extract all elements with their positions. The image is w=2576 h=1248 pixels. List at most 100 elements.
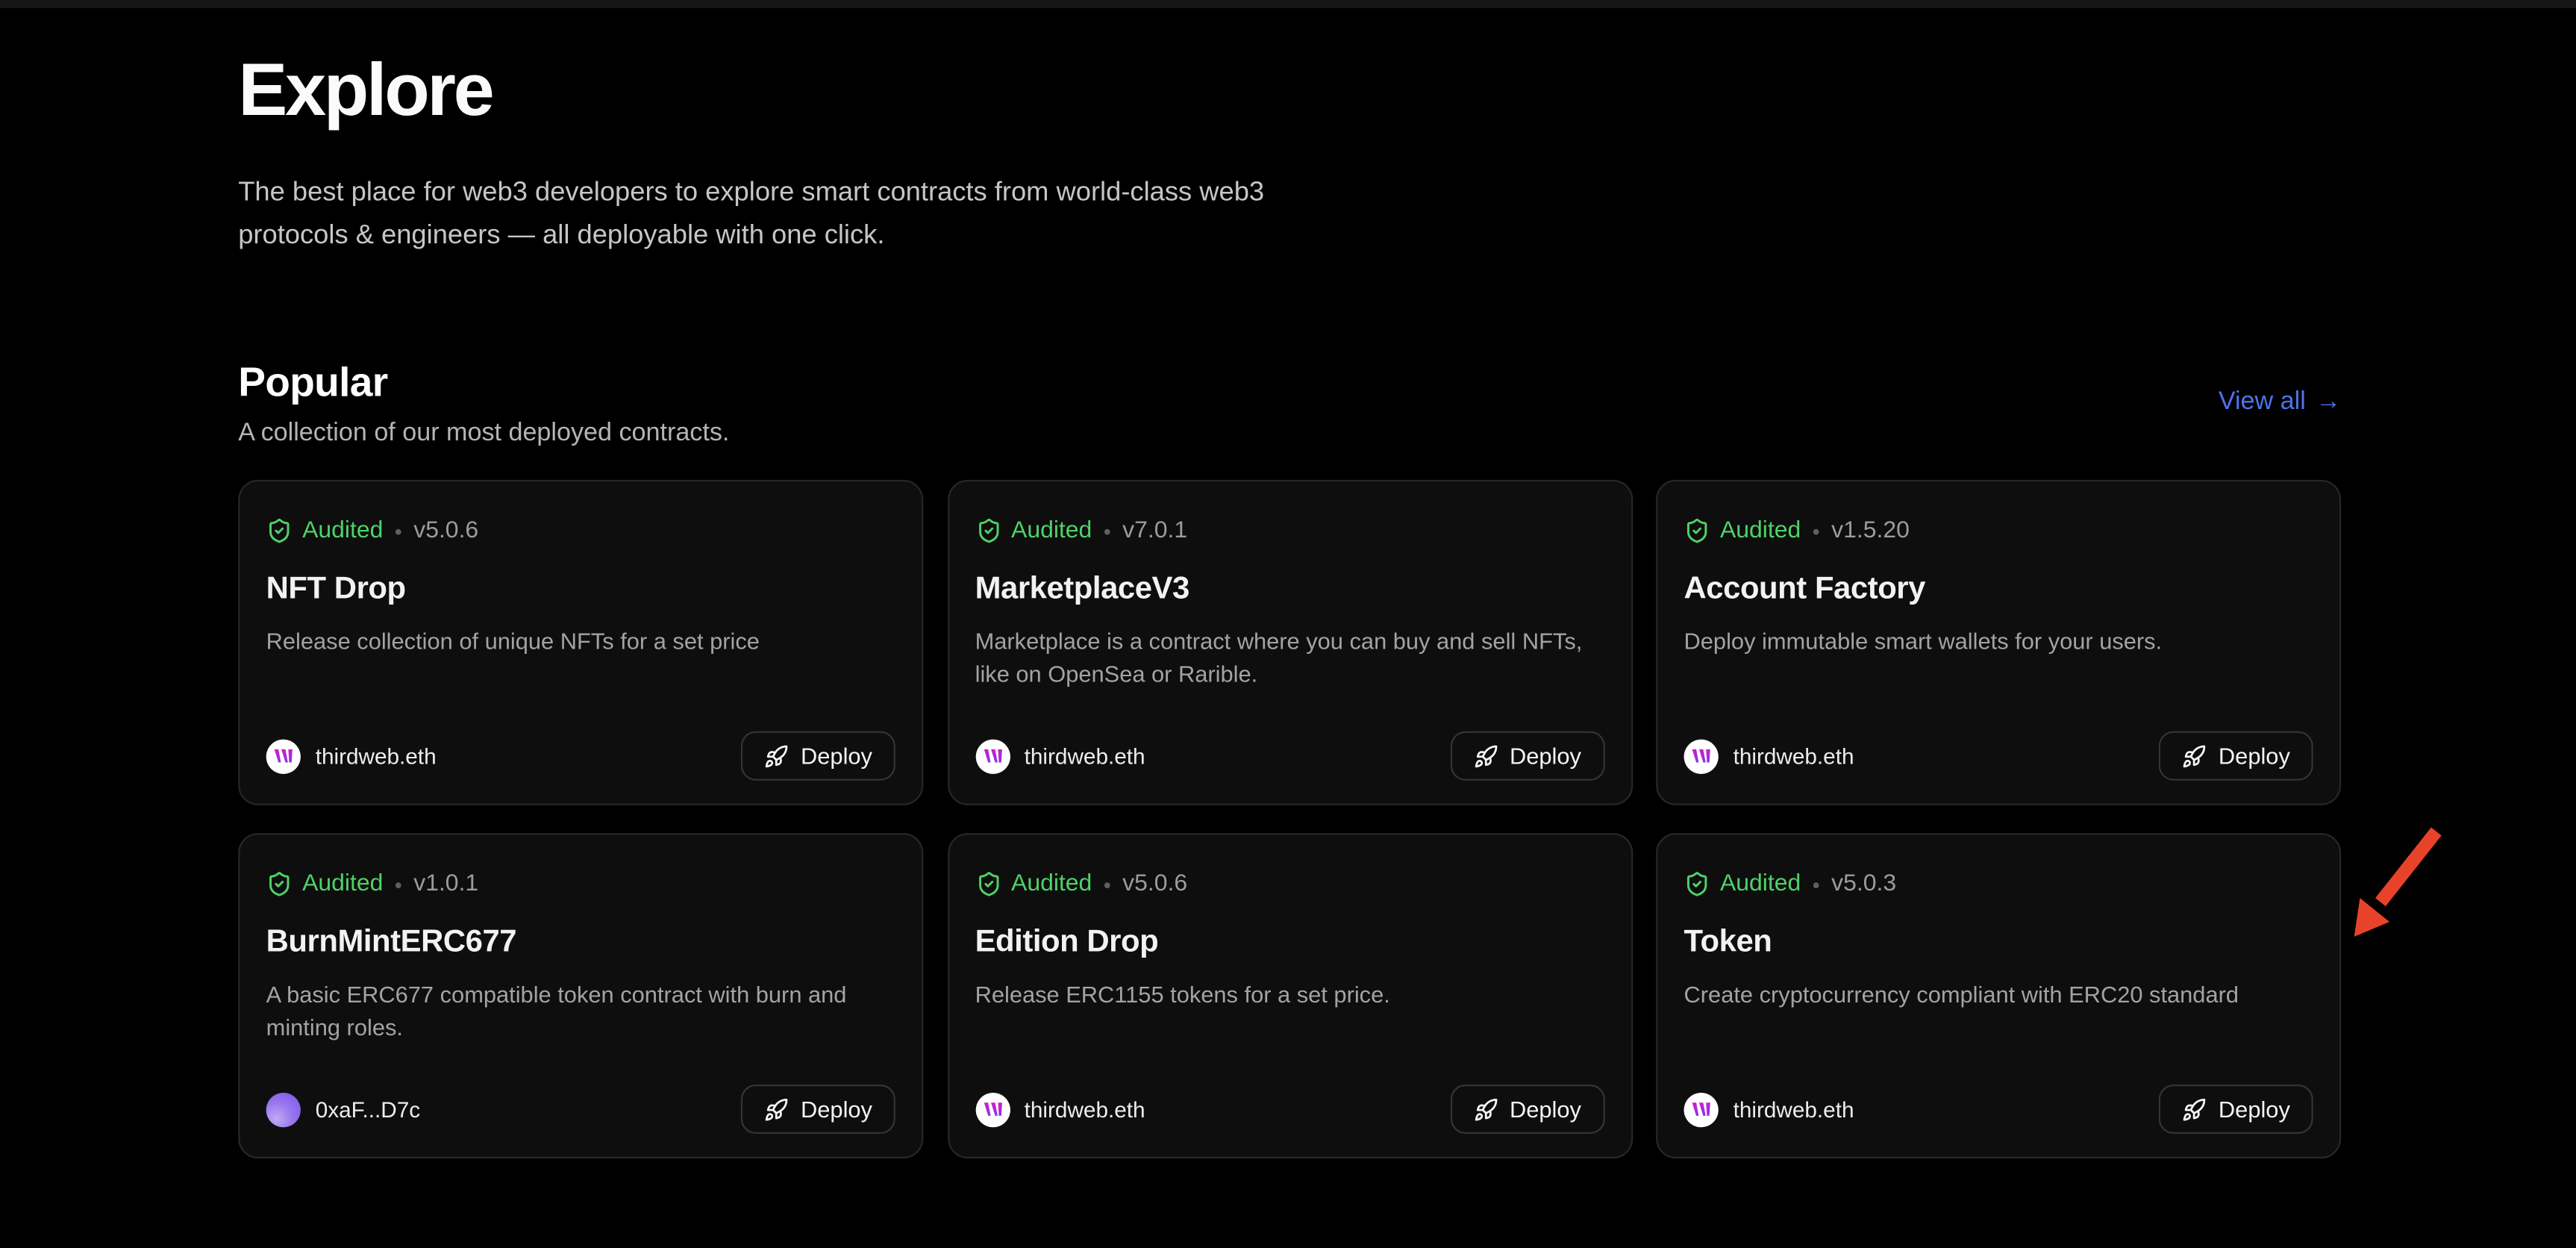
audited-badge: Audited (1684, 517, 1801, 543)
shield-check-icon (975, 871, 1001, 897)
audited-label: Audited (1011, 871, 1092, 897)
version-label: v7.0.1 (1122, 517, 1187, 543)
version-label: v1.5.20 (1831, 517, 1910, 543)
badge-row: Audited • v1.0.1 (266, 871, 895, 897)
contract-title: Account Factory (1684, 570, 2313, 610)
deploy-button[interactable]: Deploy (1451, 731, 1604, 781)
contract-title: NFT Drop (266, 570, 895, 610)
deploy-button[interactable]: Deploy (1451, 1085, 1604, 1134)
publisher-name[interactable]: thirdweb.eth (1734, 743, 1854, 768)
purple-gradient-avatar (266, 1092, 301, 1126)
audited-badge: Audited (266, 871, 384, 897)
rocket-icon (2182, 743, 2207, 768)
contract-card-burnminterc677[interactable]: Audited • v1.0.1 BurnMintERC677 A basic … (238, 833, 923, 1158)
contract-description: Release ERC1155 tokens for a set price. (975, 978, 1604, 1011)
contract-description: Marketplace is a contract where you can … (975, 625, 1604, 690)
audited-label: Audited (1011, 517, 1092, 543)
badge-row: Audited • v7.0.1 (975, 517, 1604, 543)
contract-card-edition-drop[interactable]: Audited • v5.0.6 Edition Drop Release ER… (947, 833, 1632, 1158)
contract-title: Edition Drop (975, 923, 1604, 963)
contract-card-nft-drop[interactable]: Audited • v5.0.6 NFT Drop Release collec… (238, 480, 923, 805)
badge-separator: • (1104, 872, 1111, 896)
deploy-button[interactable]: Deploy (742, 1085, 895, 1134)
deploy-button[interactable]: Deploy (2160, 1085, 2313, 1134)
badge-separator: • (395, 872, 402, 896)
card-footer: 0xaF...D7c Deploy (266, 1085, 895, 1134)
arrow-right-icon: → (2316, 388, 2341, 418)
deploy-label: Deploy (1510, 743, 1581, 769)
version-label: v5.0.6 (1122, 871, 1187, 897)
contract-title: BurnMintERC677 (266, 923, 895, 963)
contract-title: Token (1684, 923, 2313, 963)
audited-badge: Audited (975, 517, 1092, 543)
shield-check-icon (975, 517, 1001, 543)
audited-label: Audited (1720, 517, 1801, 543)
contract-card-token[interactable]: Audited • v5.0.3 Token Create cryptocurr… (1656, 833, 2341, 1158)
publisher-name[interactable]: thirdweb.eth (1734, 1097, 1854, 1122)
version-label: v5.0.3 (1831, 871, 1896, 897)
red-annotation-arrow-icon (2345, 822, 2450, 953)
thirdweb-logo-avatar (975, 739, 1010, 773)
contract-description: Deploy immutable smart wallets for your … (1684, 625, 2313, 658)
card-footer: thirdweb.eth Deploy (975, 1085, 1604, 1134)
deploy-label: Deploy (801, 1096, 872, 1122)
popular-section: Popular A collection of our most deploye… (238, 358, 2341, 1158)
contracts-grid: Audited • v5.0.6 NFT Drop Release collec… (238, 480, 2341, 1158)
contract-description: A basic ERC677 compatible token contract… (266, 978, 895, 1043)
audited-label: Audited (302, 517, 383, 543)
badge-separator: • (1813, 519, 1820, 543)
badge-row: Audited • v5.0.6 (975, 871, 1604, 897)
thirdweb-logo-avatar (266, 739, 301, 773)
publisher-name[interactable]: thirdweb.eth (1025, 743, 1145, 768)
explore-page: Explore The best place for web3 develope… (0, 0, 2576, 1248)
rocket-icon (2182, 1097, 2207, 1122)
thirdweb-logo-avatar (1684, 1092, 1719, 1126)
contract-description: Create cryptocurrency compliant with ERC… (1684, 978, 2313, 1011)
contract-card-account-factory[interactable]: Audited • v1.5.20 Account Factory Deploy… (1656, 480, 2341, 805)
page-content: Explore The best place for web3 develope… (238, 0, 2341, 1158)
rocket-icon (1474, 743, 1498, 768)
card-footer: thirdweb.eth Deploy (1684, 731, 2313, 781)
contract-title: MarketplaceV3 (975, 570, 1604, 610)
deploy-button[interactable]: Deploy (2160, 731, 2313, 781)
deploy-label: Deploy (801, 743, 872, 769)
thirdweb-logo-avatar (975, 1092, 1010, 1126)
page-title: Explore (238, 0, 2341, 135)
thirdweb-logo-avatar (1684, 739, 1719, 773)
shield-check-icon (266, 517, 293, 543)
contract-card-marketplacev3[interactable]: Audited • v7.0.1 MarketplaceV3 Marketpla… (947, 480, 1632, 805)
audited-label: Audited (1720, 871, 1801, 897)
shield-check-icon (1684, 871, 1710, 897)
popular-subheading: A collection of our most deployed contra… (238, 417, 2341, 450)
deploy-button[interactable]: Deploy (742, 731, 895, 781)
popular-heading: Popular (238, 358, 2341, 408)
audited-badge: Audited (975, 871, 1092, 897)
deploy-label: Deploy (1510, 1096, 1581, 1122)
deploy-label: Deploy (2219, 1096, 2290, 1122)
card-footer: thirdweb.eth Deploy (975, 731, 1604, 781)
card-footer: thirdweb.eth Deploy (1684, 1085, 2313, 1134)
shield-check-icon (1684, 517, 1710, 543)
badge-separator: • (395, 519, 402, 543)
view-all-label: View all (2219, 388, 2306, 418)
shield-check-icon (266, 871, 293, 897)
version-label: v1.0.1 (413, 871, 478, 897)
card-footer: thirdweb.eth Deploy (266, 731, 895, 781)
contract-description: Release collection of unique NFTs for a … (266, 625, 895, 658)
badge-separator: • (1104, 519, 1111, 543)
publisher-name[interactable]: thirdweb.eth (316, 743, 437, 768)
audited-badge: Audited (266, 517, 384, 543)
rocket-icon (765, 1097, 790, 1122)
audited-label: Audited (302, 871, 383, 897)
view-all-link[interactable]: View all → (2219, 388, 2341, 418)
rocket-icon (765, 743, 790, 768)
audited-badge: Audited (1684, 871, 1801, 897)
badge-separator: • (1813, 872, 1820, 896)
publisher-name[interactable]: 0xaF...D7c (316, 1097, 420, 1122)
badge-row: Audited • v1.5.20 (1684, 517, 2313, 543)
publisher-name[interactable]: thirdweb.eth (1025, 1097, 1145, 1122)
page-description: The best place for web3 developers to ex… (238, 171, 1363, 256)
rocket-icon (1474, 1097, 1498, 1122)
deploy-label: Deploy (2219, 743, 2290, 769)
version-label: v5.0.6 (413, 517, 478, 543)
